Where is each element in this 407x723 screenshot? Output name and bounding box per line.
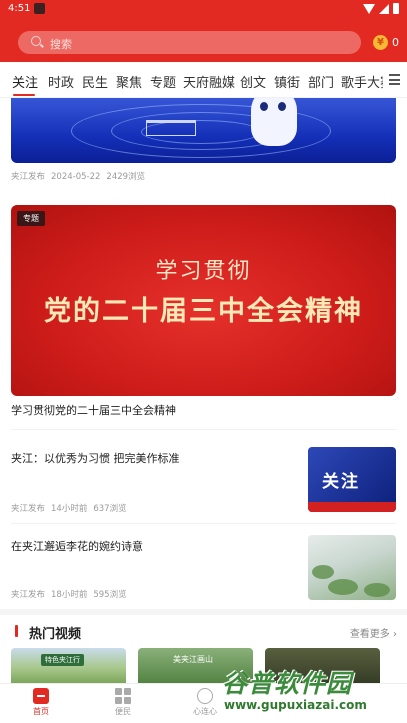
news-banner-image[interactable] [11, 98, 396, 163]
news-title[interactable]: 夹江：以优秀为习惯 把完美作标准 [11, 450, 291, 466]
notification-icon [34, 3, 45, 14]
menu-icon[interactable] [389, 74, 400, 85]
search-placeholder: 搜索 [50, 38, 72, 51]
news-meta: 夹江发布 2024-05-22 2429浏览 [11, 172, 146, 182]
topic-badge: 专题 [17, 211, 45, 226]
see-more-link[interactable]: 查看更多 › [350, 625, 397, 640]
news-meta: 夹江发布 14小时前 637浏览 [11, 504, 127, 514]
nav-services[interactable]: 便民 [98, 688, 148, 717]
status-icons [363, 3, 399, 14]
video-thumbnail[interactable]: 特色夹江行 [11, 648, 126, 683]
tab-active-indicator [13, 94, 35, 96]
coin-icon[interactable]: ¥ [373, 35, 388, 50]
app-screen: 4:51 搜索 ¥ 0 关注 时政 民生 聚焦 专题 天府融媒 创文 镇街 部门… [0, 0, 407, 723]
tab-towns[interactable]: 镇街 [274, 72, 300, 91]
tab-politics[interactable]: 时政 [48, 72, 74, 91]
status-bar: 4:51 [0, 0, 407, 18]
news-meta: 夹江发布 18小时前 595浏览 [11, 590, 127, 600]
battery-icon [393, 3, 399, 14]
watermark: 谷普软件园 www.gupuxiazai.com [222, 669, 367, 712]
panda-graphic [251, 98, 297, 146]
channel-tabs: 关注 时政 民生 聚焦 专题 天府融媒 创文 镇街 部门 歌手大赛 [0, 62, 407, 98]
tab-tianfu-media[interactable]: 天府融媒 [183, 72, 235, 91]
signal-icon [379, 3, 389, 14]
video-caption: 美夹江画山 [173, 655, 213, 664]
banner-headline-2: 党的二十届三中全会精神 [44, 296, 363, 327]
news-thumbnail[interactable] [308, 535, 396, 600]
special-topic-banner[interactable]: 专题 学习贯彻 党的二十届三中全会精神 [11, 205, 396, 396]
news-thumbnail[interactable]: 关注 [308, 447, 396, 512]
tab-departments[interactable]: 部门 [308, 72, 334, 91]
tab-topics[interactable]: 专题 [150, 72, 176, 91]
status-time: 4:51 [8, 3, 31, 14]
search-input[interactable]: 搜索 [18, 31, 361, 54]
special-topic-title[interactable]: 学习贯彻党的二十届三中全会精神 [11, 402, 176, 418]
tab-singer-contest[interactable]: 歌手大赛 [341, 72, 383, 91]
tab-livelihood[interactable]: 民生 [82, 72, 108, 91]
heart-icon [197, 688, 213, 704]
coin-count: 0 [392, 36, 399, 49]
section-marker [15, 625, 18, 637]
pavilion-graphic [146, 120, 196, 136]
hot-videos-title: 热门视频 [29, 627, 82, 642]
thumbnail-text: 关注 [322, 472, 360, 492]
tab-civilization[interactable]: 创文 [240, 72, 266, 91]
news-feed[interactable]: 夹江发布 2024-05-22 2429浏览 专题 学习贯彻 党的二十届三中全会精神… [0, 98, 407, 683]
section-separator [0, 609, 407, 615]
home-icon [33, 688, 49, 704]
tab-focus[interactable]: 聚焦 [116, 72, 142, 91]
search-icon [31, 36, 41, 46]
nav-home[interactable]: 首页 [16, 688, 66, 717]
news-title[interactable]: 在夹江邂逅李花的婉约诗意 [11, 538, 291, 554]
wifi-icon [363, 3, 375, 14]
video-caption: 特色夹江行 [41, 654, 84, 666]
tab-follow[interactable]: 关注 [12, 72, 38, 91]
grid-icon [115, 688, 131, 704]
banner-headline-1: 学习贯彻 [155, 259, 252, 284]
app-header: 4:51 搜索 ¥ 0 [0, 0, 407, 62]
